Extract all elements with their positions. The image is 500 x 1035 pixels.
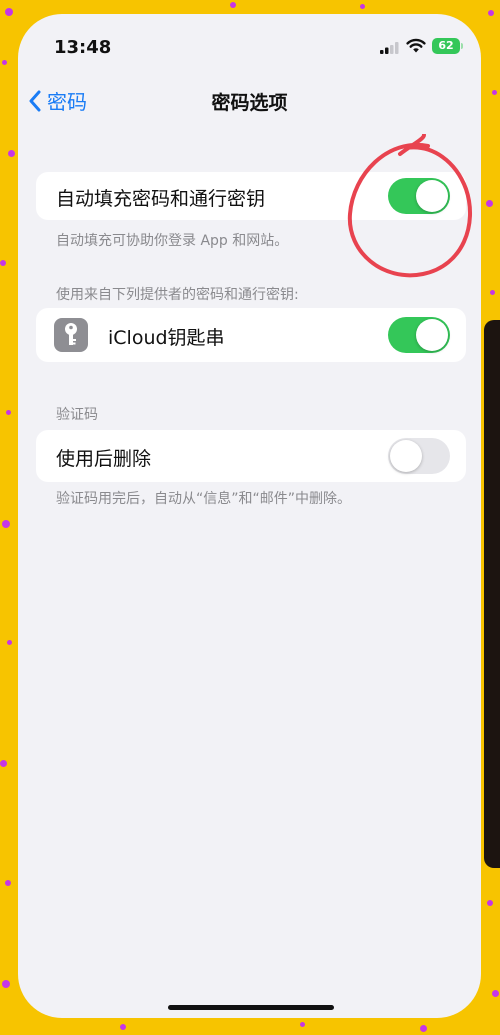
providers-header: 使用来自下列提供者的密码和通行密钥: [56, 287, 299, 303]
icloud-keychain-toggle[interactable] [388, 317, 450, 353]
status-time: 13:48 [54, 37, 112, 58]
wifi-icon [406, 38, 426, 53]
delete-after-use-toggle[interactable] [388, 438, 450, 474]
phone-screen: 13:48 62 密码 密码选项 自动填充密码和通行密钥 自动填充可协助你登录 … [18, 14, 481, 1018]
verification-header: 验证码 [56, 407, 98, 423]
page-title: 密码选项 [211, 92, 288, 114]
signal-icon [380, 42, 399, 54]
autofill-footer: 自动填充可协助你登录 App 和网站。 [56, 233, 289, 249]
annotation-circle [347, 134, 472, 278]
key-icon [54, 318, 88, 352]
verification-footer: 验证码用完后，自动从“信息”和“邮件”中删除。 [56, 491, 352, 507]
status-bar: 13:48 62 [18, 14, 481, 74]
battery-cap [461, 43, 463, 49]
autofill-label: 自动填充密码和通行密钥 [56, 188, 266, 210]
battery-icon: 62 [432, 38, 460, 54]
delete-after-use-label: 使用后删除 [56, 448, 152, 470]
icloud-keychain-label: iCloud钥匙串 [108, 327, 225, 349]
home-indicator [168, 1005, 334, 1010]
navigation-bar: 密码 密码选项 [18, 84, 481, 118]
icloud-keychain-row[interactable]: iCloud钥匙串 [36, 308, 466, 362]
delete-after-use-row[interactable]: 使用后删除 [36, 430, 466, 482]
